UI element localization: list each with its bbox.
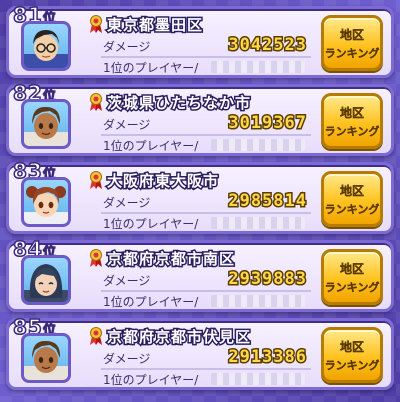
top-player-label: 1位のプレイヤー/ <box>103 139 199 153</box>
area-name: 京都府京都市伏見区 <box>105 327 252 348</box>
button-label-line2: ランキング <box>324 281 380 294</box>
medal-icon <box>90 249 102 267</box>
region-ranking-button[interactable]: 地区 ランキング <box>321 327 383 383</box>
area-name: 大阪府東大阪市 <box>105 171 220 192</box>
button-label-line1: 地区 <box>339 262 364 276</box>
top-player-name-blurred <box>211 61 305 73</box>
top-player-label: 1位のプレイヤー/ <box>103 295 199 309</box>
damage-label: ダメージ <box>103 274 151 288</box>
damage-row: ダメージ 2939883 <box>101 268 311 292</box>
button-label-line2: ランキング <box>324 359 380 372</box>
button-label-line2: ランキング <box>324 47 380 60</box>
boy-brown-hair-avatar <box>21 99 71 149</box>
top-player-row: 1位のプレイヤー/ <box>101 137 311 153</box>
top-player-row: 1位のプレイヤー/ <box>101 59 311 75</box>
button-label-line1: 地区 <box>339 184 364 198</box>
damage-value: 2985814 <box>227 190 308 213</box>
boy-glasses-avatar <box>21 21 71 71</box>
area-name: 茨城県ひたちなか市 <box>105 93 252 114</box>
top-player-row: 1位のプレイヤー/ <box>101 371 311 387</box>
girl-dark-hair-avatar <box>21 255 71 305</box>
ranking-card: 81位 東京都墨田区 ダメージ 3042523 1位のプレイヤー/ 地区 ランキ… <box>6 2 394 78</box>
boy-brown-hair-avatar <box>21 333 71 383</box>
region-ranking-button[interactable]: 地区 ランキング <box>321 249 383 305</box>
medal-icon <box>90 171 102 189</box>
damage-label: ダメージ <box>103 118 151 132</box>
top-player-row: 1位のプレイヤー/ <box>101 293 311 309</box>
medal-icon <box>90 93 102 111</box>
area-name: 東京都墨田区 <box>105 15 204 36</box>
button-label-line1: 地区 <box>339 106 364 120</box>
medal-icon <box>90 327 102 345</box>
damage-row: ダメージ 3019367 <box>101 112 311 136</box>
top-player-name-blurred <box>211 139 305 151</box>
top-player-name-blurred <box>211 295 305 307</box>
top-player-row: 1位のプレイヤー/ <box>101 215 311 231</box>
top-player-label: 1位のプレイヤー/ <box>103 373 199 387</box>
damage-row: ダメージ 2913386 <box>101 346 311 370</box>
damage-label: ダメージ <box>103 40 151 54</box>
damage-value: 3042523 <box>227 34 308 57</box>
button-label-line1: 地区 <box>339 340 364 354</box>
ranking-card: 82位 茨城県ひたちなか市 ダメージ 3019367 1位のプレイヤー/ 地区 … <box>6 80 394 156</box>
button-label-line1: 地区 <box>339 28 364 42</box>
top-player-label: 1位のプレイヤー/ <box>103 217 199 231</box>
ranking-card: 83位 大阪府東大阪市 ダメージ 2985814 1位のプレイヤー/ 地区 ラン… <box>6 158 394 234</box>
ranking-card: 85位 京都府京都市伏見区 ダメージ 2913386 1位のプレイヤー/ 地区 … <box>6 314 394 390</box>
damage-row: ダメージ 3042523 <box>101 34 311 58</box>
damage-value: 2913386 <box>227 346 308 369</box>
damage-label: ダメージ <box>103 352 151 366</box>
region-ranking-button[interactable]: 地区 ランキング <box>321 93 383 149</box>
region-ranking-button[interactable]: 地区 ランキング <box>321 15 383 71</box>
top-player-label: 1位のプレイヤー/ <box>103 61 199 75</box>
top-player-name-blurred <box>211 217 305 229</box>
top-player-name-blurred <box>211 373 305 385</box>
damage-label: ダメージ <box>103 196 151 210</box>
medal-icon <box>90 15 102 33</box>
damage-value: 3019367 <box>227 112 308 135</box>
damage-row: ダメージ 2985814 <box>101 190 311 214</box>
girl-pigtails-avatar <box>21 177 71 227</box>
region-ranking-button[interactable]: 地区 ランキング <box>321 171 383 227</box>
ranking-card: 84位 京都府京都市南区 ダメージ 2939883 1位のプレイヤー/ 地区 ラ… <box>6 236 394 312</box>
area-name: 京都府京都市南区 <box>105 249 236 270</box>
button-label-line2: ランキング <box>324 125 380 138</box>
button-label-line2: ランキング <box>324 203 380 216</box>
damage-value: 2939883 <box>227 268 308 291</box>
ranking-list: 81位 東京都墨田区 ダメージ 3042523 1位のプレイヤー/ 地区 ランキ… <box>0 0 400 402</box>
